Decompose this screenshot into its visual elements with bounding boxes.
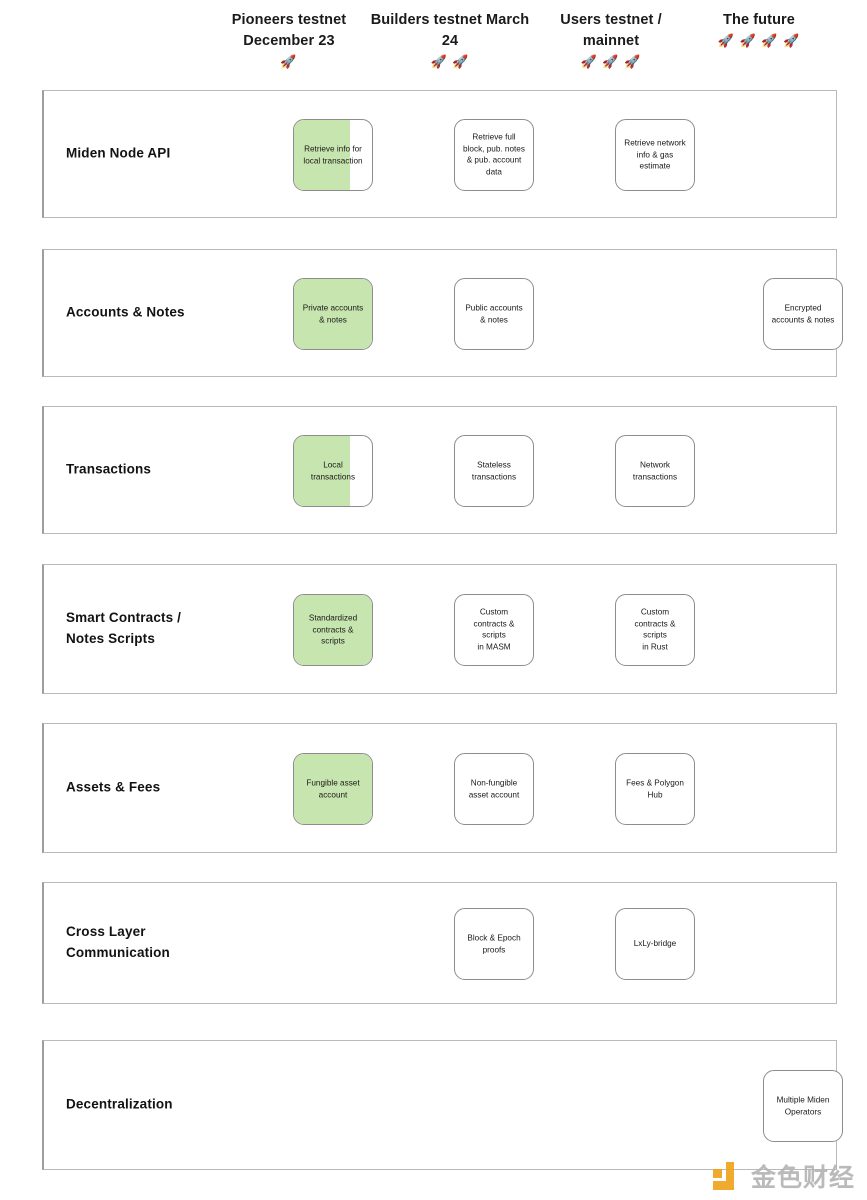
feature-card[interactable]: Block & Epoch proofs: [454, 908, 534, 980]
milestone-title: The future: [723, 12, 795, 28]
feature-card[interactable]: Retrieve network info & gas estimate: [615, 119, 695, 191]
capability-row: Assets & Fees Fungible asset account Non-f…: [42, 723, 837, 853]
capability-row: Decentralization Multiple Miden Operators: [42, 1040, 843, 1170]
rocket-icon: 🚀 🚀 🚀: [580, 54, 642, 70]
feature-card[interactable]: Private accounts & notes: [293, 278, 373, 350]
feature-card-label: Stateless transactions: [471, 460, 517, 481]
feature-card-label: Network transactions: [632, 460, 678, 481]
feature-card[interactable]: Encrypted accounts & notes: [763, 278, 843, 350]
rocket-icon: 🚀 🚀: [430, 54, 470, 70]
jinse-finance-logo-icon: [712, 1162, 743, 1192]
rocket-icon: 🚀: [280, 54, 298, 70]
feature-card[interactable]: Custom contracts & scripts in MASM: [454, 594, 534, 666]
feature-card-label: Private accounts & notes: [302, 303, 364, 324]
feature-card-label: Retrieve network info & gas estimate: [624, 138, 686, 171]
rocket-icon: 🚀 🚀 🚀 🚀: [717, 33, 801, 49]
capability-row-label: Miden Node API: [66, 145, 171, 161]
capability-row: Accounts & Notes Private accounts & notes…: [42, 249, 843, 377]
feature-card[interactable]: Retrieve full block, pub. notes & pub. a…: [454, 119, 534, 191]
feature-card-label: Fees & Polygon Hub: [626, 778, 684, 799]
capability-row: Smart Contracts / Notes Scripts Standardi…: [42, 564, 837, 694]
capability-row-label: Assets & Fees: [66, 779, 161, 795]
feature-card[interactable]: Network transactions: [615, 435, 695, 507]
feature-card[interactable]: Retrieve info for local transaction: [293, 119, 373, 191]
watermark-label: 金色财经: [750, 1162, 855, 1192]
feature-card[interactable]: Non-fungible asset account: [454, 753, 534, 825]
feature-card-label: Fungible asset account: [306, 778, 360, 799]
feature-card[interactable]: Fungible asset account: [293, 753, 373, 825]
capability-row-label: Accounts & Notes: [66, 304, 185, 320]
feature-card-label: Standardized contracts & scripts: [308, 613, 358, 646]
milestone-header-row: Pioneers testnet December 23 🚀 Builders …: [0, 10, 867, 88]
capability-row: Cross Layer Communication Block & Epoch p…: [42, 882, 837, 1004]
capability-row-label: Smart Contracts / Notes Scripts: [66, 610, 182, 646]
roadmap-diagram: Pioneers testnet December 23 🚀 Builders …: [0, 0, 867, 1200]
feature-card-label: Retrieve info for local transaction: [303, 144, 363, 165]
feature-card[interactable]: Public accounts & notes: [454, 278, 534, 350]
feature-card-label: Non-fungible asset account: [468, 778, 520, 799]
feature-card-label: Custom contracts & scripts in MASM: [473, 607, 515, 652]
milestone-column-header-3: The future 🚀 🚀 🚀 🚀: [679, 10, 839, 47]
capability-row-label: Transactions: [66, 461, 152, 477]
feature-card-label: Local transactions: [310, 460, 356, 481]
capability-row-label: Decentralization: [66, 1096, 173, 1112]
feature-card[interactable]: Stateless transactions: [454, 435, 534, 507]
watermark: 金色财经: [712, 1162, 855, 1192]
feature-card-label: Multiple Miden Operators: [776, 1095, 830, 1116]
feature-card[interactable]: Standardized contracts & scripts: [293, 594, 373, 666]
milestone-title: Pioneers testnet December 23: [231, 12, 347, 50]
feature-card-label: Block & Epoch proofs: [467, 933, 521, 954]
feature-card-label: LxLy-bridge: [633, 939, 677, 949]
feature-card[interactable]: Multiple Miden Operators: [763, 1070, 843, 1142]
feature-card[interactable]: Local transactions: [293, 435, 373, 507]
capability-row-label: Cross Layer Communication: [66, 924, 170, 960]
milestone-column-header-0: Pioneers testnet December 23 🚀: [209, 10, 369, 68]
capability-row: Transactions Local transactions Stateless …: [42, 406, 837, 534]
milestone-title: Builders testnet March 24: [370, 12, 530, 50]
feature-card-label: Encrypted accounts & notes: [771, 303, 835, 324]
feature-card-label: Retrieve full block, pub. notes & pub. a…: [463, 132, 525, 177]
feature-card-label: Public accounts & notes: [465, 303, 523, 324]
feature-card[interactable]: Custom contracts & scripts in Rust: [615, 594, 695, 666]
milestone-title: Users testnet / mainnet: [560, 12, 662, 50]
feature-card[interactable]: Fees & Polygon Hub: [615, 753, 695, 825]
milestone-column-header-2: Users testnet / mainnet 🚀 🚀 🚀: [531, 10, 691, 68]
feature-card[interactable]: LxLy-bridge: [615, 908, 695, 980]
milestone-column-header-1: Builders testnet March 24 🚀 🚀: [370, 10, 530, 68]
capability-row: Miden Node API Retrieve info for local tr…: [42, 90, 837, 218]
feature-card-label: Custom contracts & scripts in Rust: [634, 607, 676, 652]
